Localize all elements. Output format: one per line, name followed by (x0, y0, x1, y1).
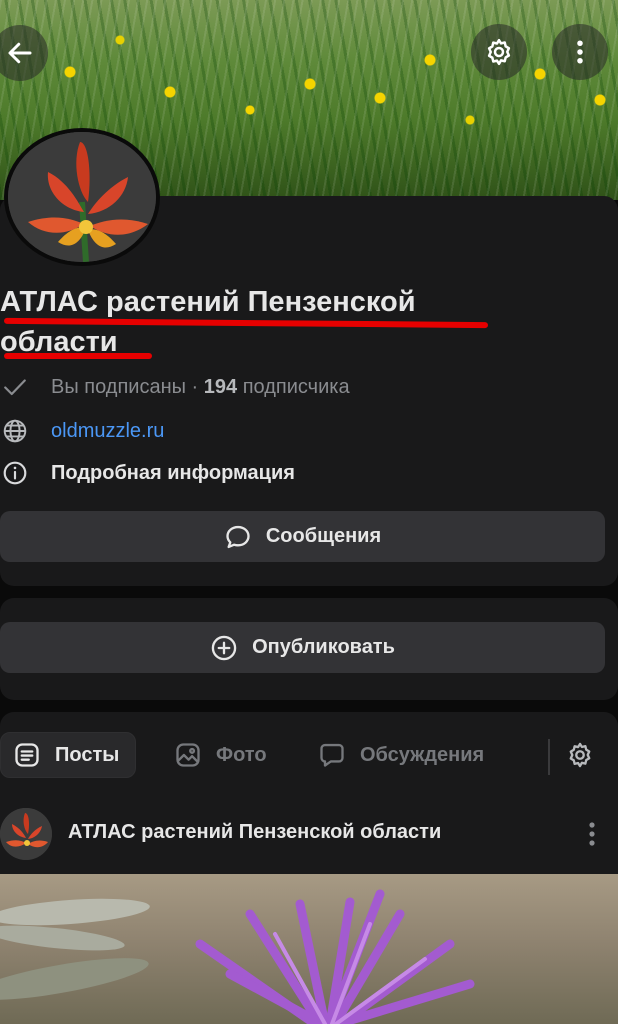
tab-discussions-label: Обсуждения (360, 743, 485, 766)
community-avatar[interactable] (4, 128, 160, 266)
check-icon (0, 372, 30, 402)
tab-posts[interactable]: Посты (0, 732, 137, 778)
image-icon (176, 743, 200, 767)
content-tabs: Посты Фото Обсуждения (0, 732, 618, 778)
tab-posts-label: Посты (55, 743, 120, 766)
message-bubble-icon (226, 525, 250, 548)
community-name-line1: АТЛАС растений Пензенской (0, 286, 416, 318)
flower-photo (0, 808, 52, 860)
post-image[interactable] (0, 874, 618, 1024)
post-author-name[interactable]: АТЛАС растений Пензенской области (68, 821, 441, 844)
subscribed-text: Вы подписаны (51, 375, 186, 398)
globe-icon (0, 416, 30, 446)
subscribers-count: 194 (203, 375, 238, 398)
subscription-status-row[interactable]: Вы подписаны · 194 подписчика (0, 372, 350, 402)
arrow-left-icon (8, 42, 32, 64)
separator-dot: · (186, 375, 204, 398)
subscribers-label: подписчика (237, 375, 350, 398)
more-vertical-icon (577, 40, 583, 64)
more-vertical-icon[interactable] (580, 818, 604, 850)
publish-label: Опубликовать (252, 636, 395, 658)
gear-icon (569, 742, 591, 768)
post-author-avatar[interactable] (0, 808, 52, 860)
website-link[interactable]: oldmuzzle.ru (51, 420, 164, 443)
tab-photo-label: Фото (216, 743, 267, 766)
settings-button[interactable] (471, 24, 527, 80)
tab-photo[interactable]: Фото (174, 732, 267, 778)
red-annotation-line (4, 353, 152, 359)
tabs-settings-button[interactable] (566, 732, 608, 778)
details-row[interactable]: Подробная информация (0, 458, 295, 488)
tabs-divider (548, 739, 550, 775)
list-icon (15, 743, 39, 767)
chat-icon (320, 743, 344, 767)
info-icon (0, 458, 30, 488)
details-label: Подробная информация (51, 461, 295, 484)
thistle-flower-photo (0, 889, 475, 1024)
plus-circle-icon (211, 635, 237, 660)
more-button[interactable] (552, 24, 608, 80)
post-header: АТЛАС растений Пензенской области (0, 808, 618, 860)
messages-label: Сообщения (265, 525, 382, 547)
tab-discussions[interactable]: Обсуждения (318, 732, 484, 778)
gear-icon (487, 38, 511, 66)
messages-button[interactable]: Сообщения (0, 511, 605, 562)
publish-button[interactable]: Опубликовать (0, 622, 605, 673)
website-row[interactable]: oldmuzzle.ru (0, 416, 164, 446)
